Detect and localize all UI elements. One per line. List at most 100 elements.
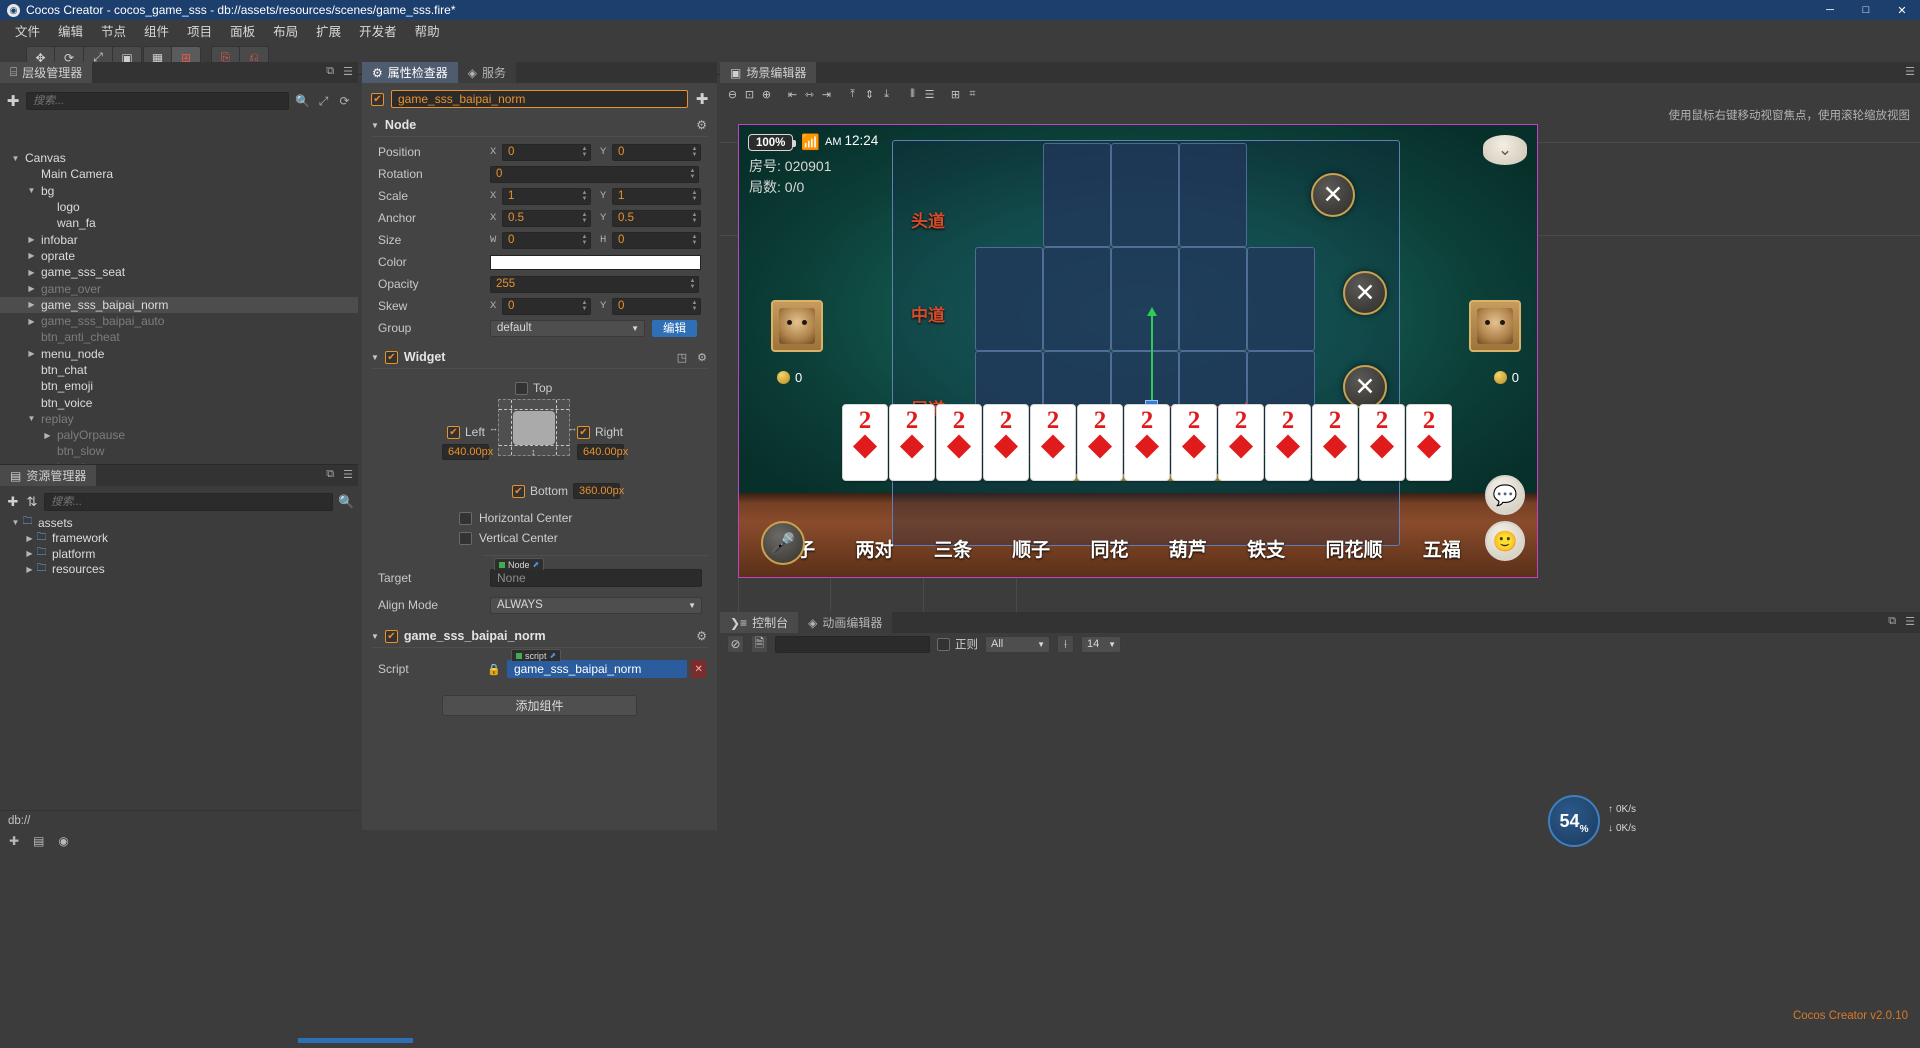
widget-right-input[interactable]: 640.00px (577, 444, 628, 460)
zoom-in-icon[interactable]: ⊕ (758, 85, 775, 103)
anchor-x-input[interactable]: 0.5 ▲ ▼ (502, 209, 591, 227)
tab-animation-editor[interactable]: ◈ 动画编辑器 (798, 612, 893, 633)
chevron-right-icon[interactable]: ▶ (26, 284, 37, 293)
stepper-icon[interactable]: ▲ ▼ (690, 189, 699, 204)
card-slot[interactable] (975, 247, 1043, 351)
hierarchy-node-infobar[interactable]: ▶ infobar (0, 231, 358, 247)
widget-bottom-input[interactable]: 360.00px (573, 483, 624, 499)
chevron-down-icon[interactable]: ▼ (26, 186, 37, 195)
clear-icon[interactable]: ⊘ (727, 635, 744, 653)
hierarchy-node-canvas[interactable]: ▼ Canvas (0, 150, 358, 166)
menu-help[interactable]: 帮助 (406, 19, 449, 42)
hierarchy-node-menu-node[interactable]: ▶ menu_node (0, 346, 358, 362)
widget-top-checkbox[interactable] (515, 381, 528, 395)
playing-card[interactable]: 2 (1406, 404, 1452, 481)
hierarchy-node-wan-fa[interactable]: ▶wan_fa (0, 215, 358, 231)
new-asset-icon[interactable]: ✚ (9, 834, 19, 848)
widget-target-field[interactable]: Node ⬈ None (490, 558, 702, 587)
hierarchy-node-game-sss-seat[interactable]: ▶ game_sss_seat (0, 264, 358, 280)
stepper-icon[interactable]: ▲ ▼ (580, 189, 589, 204)
hierarchy-node-logo[interactable]: ▶logo (0, 199, 358, 215)
widget-vertical-center-checkbox[interactable] (459, 531, 472, 545)
add-asset-icon[interactable]: ✚ (6, 494, 20, 510)
tab-properties[interactable]: ⚙ 属性检查器 (362, 62, 458, 83)
playing-card[interactable]: 2 (936, 404, 982, 481)
asset-node-assets[interactable]: ▼ 🗀 assets (0, 515, 358, 531)
smiley-icon[interactable]: 🙂 (1485, 521, 1525, 561)
align-right-icon[interactable]: ⇥ (818, 85, 835, 103)
stepper-icon[interactable]: ▲ ▼ (580, 211, 589, 226)
menu-file[interactable]: 文件 (6, 19, 49, 42)
widget-left-input[interactable]: 640.00px (442, 444, 493, 460)
menu-node[interactable]: 节点 (92, 19, 135, 42)
align-center-h-icon[interactable]: ⇿ (801, 85, 818, 103)
align-left-icon[interactable]: ⇤ (784, 85, 801, 103)
chevron-right-icon[interactable]: ▶ (26, 300, 37, 309)
opacity-input[interactable]: 255 ▲ ▼ (490, 275, 699, 293)
chevron-right-icon[interactable]: ▶ (24, 549, 35, 558)
popout-icon[interactable]: ⧉ (326, 65, 334, 78)
tab-scene-editor[interactable]: ▣ 场景编辑器 (720, 62, 817, 83)
hand-type-label[interactable]: 五福 (1423, 535, 1461, 562)
tab-console[interactable]: ❯≡ 控制台 (720, 612, 799, 633)
chevron-right-icon[interactable]: ▶ (24, 565, 35, 574)
position-x-input[interactable]: 0 ▲ ▼ (502, 143, 591, 161)
hierarchy-node-btn-slow[interactable]: ▶btn_slow (0, 443, 358, 459)
console-regex-toggle[interactable]: 正则 (937, 636, 978, 652)
script-enabled-checkbox[interactable]: ✔ (384, 629, 398, 643)
hierarchy-node-replay[interactable]: ▼ replay (0, 411, 358, 427)
expand-icon[interactable]: ⤢ (316, 94, 331, 109)
playing-card[interactable]: 2 (1218, 404, 1264, 481)
stepper-icon[interactable]: ▲ ▼ (690, 299, 699, 314)
menu-project[interactable]: 项目 (178, 19, 221, 42)
size-w-input[interactable]: 0 ▲ ▼ (502, 231, 591, 249)
playing-card[interactable]: 2 (1124, 404, 1170, 481)
tab-hierarchy[interactable]: ⌸ 层级管理器 (0, 62, 93, 83)
card-slot[interactable] (1043, 143, 1111, 247)
size-h-input[interactable]: 0 ▲ ▼ (612, 231, 701, 249)
chevron-right-icon[interactable]: ▶ (26, 317, 37, 326)
menu-icon[interactable]: ☰ (1905, 615, 1915, 628)
remove-lane-button[interactable]: ✕ (1311, 173, 1355, 217)
regex-checkbox[interactable] (937, 637, 950, 651)
card-slot[interactable] (1247, 247, 1315, 351)
chat-bubble-icon[interactable]: 💬 (1485, 475, 1525, 515)
help-icon[interactable]: ◳ (677, 351, 687, 364)
assets-tree[interactable]: ▼ 🗀 assets ▶ 🗀 framework ▶ 🗀 platform ▶ 🗀 resources (0, 515, 358, 808)
chevron-right-icon[interactable]: ▶ (42, 431, 53, 440)
stepper-icon[interactable]: ▲ ▼ (580, 299, 589, 314)
scale-x-input[interactable]: 1 ▲ ▼ (502, 187, 591, 205)
hierarchy-node-game-over[interactable]: ▶ game_over (0, 280, 358, 296)
scene-canvas[interactable]: 100% 📶 AM 12:24 房号: 020901 局数: 0/0 头道 中道 … (720, 124, 1920, 654)
hand-type-label[interactable]: 三条 (934, 535, 972, 562)
hierarchy-node-btn-anti-cheat[interactable]: ▶btn_anti_cheat (0, 329, 358, 345)
console-font-size-select[interactable]: 14 ▼ (1081, 635, 1121, 653)
menu-icon[interactable]: ☰ (343, 468, 353, 481)
widget-left-checkbox[interactable]: ✔ (447, 425, 460, 439)
hierarchy-node-btn-chat[interactable]: ▶btn_chat (0, 362, 358, 378)
chevron-down-icon[interactable]: ▼ (10, 518, 21, 527)
refresh-icon[interactable]: ⟳ (337, 94, 352, 108)
playing-card[interactable]: 2 (1265, 404, 1311, 481)
hand-type-label[interactable]: 葫芦 (1169, 535, 1207, 562)
widget-align-mode-select[interactable]: ALWAYS ▼ (490, 596, 702, 614)
playing-card[interactable]: 2 (889, 404, 935, 481)
playing-card[interactable]: 2 (1312, 404, 1358, 481)
menu-panel[interactable]: 面板 (221, 19, 264, 42)
chevron-right-icon[interactable]: ▶ (24, 534, 35, 543)
widget-section-header[interactable]: ▼ ✔ Widget ◳ ⚙ (362, 346, 717, 368)
widget-right-checkbox[interactable]: ✔ (577, 425, 590, 439)
zoom-out-icon[interactable]: ⊖ (724, 85, 741, 103)
stepper-icon[interactable]: ▲ ▼ (688, 277, 697, 292)
popout-icon[interactable]: ⧉ (326, 468, 334, 481)
tab-assets[interactable]: ▤ 资源管理器 (0, 465, 97, 486)
script-field[interactable]: script ⬈ game_sss_baipai_norm (506, 649, 688, 678)
search-icon[interactable]: 🔍 (295, 94, 310, 108)
position-y-input[interactable]: 0 ▲ ▼ (612, 143, 701, 161)
skew-y-input[interactable]: 0 ▲ ▼ (612, 297, 701, 315)
chevron-right-icon[interactable]: ▶ (26, 268, 37, 277)
gear-icon[interactable]: ⚙ (696, 118, 707, 132)
card-slot[interactable] (1179, 143, 1247, 247)
card-slot[interactable] (1043, 247, 1111, 351)
hand-type-label[interactable]: 顺子 (1012, 535, 1050, 562)
